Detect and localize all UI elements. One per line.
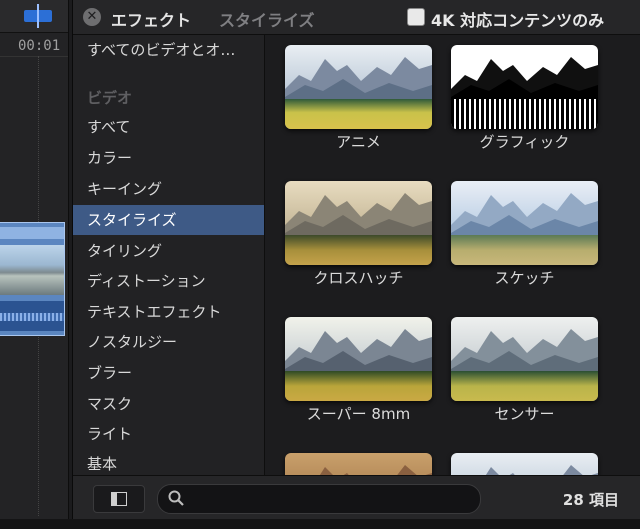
effect-thumbnail[interactable] — [451, 453, 598, 475]
sidebar-item-nostalgia[interactable]: ノスタルジー — [73, 327, 264, 357]
playhead-marker-icon[interactable] — [24, 4, 52, 28]
effect-label: スーパー 8mm — [306, 405, 411, 423]
effects-browser: ✕ エフェクト スタイライズ 4K 対応コンテンツのみ すべてのビデオとオ… ビ… — [72, 0, 640, 529]
effect-thumbnail[interactable] — [285, 45, 432, 129]
clip-filmstrip — [0, 245, 64, 295]
sidebar-toggle-button[interactable] — [93, 485, 145, 513]
clip-audio-waveform — [0, 301, 64, 331]
sidebar-item-all-video-audio[interactable]: すべてのビデオとオ… — [73, 35, 264, 65]
effect-label: センサー — [494, 405, 555, 423]
effect-thumbnail[interactable] — [285, 181, 432, 265]
timeline-toolbar — [0, 0, 68, 33]
browser-header: ✕ エフェクト スタイライズ 4K 対応コンテンツのみ — [73, 0, 640, 35]
sidebar-item-distortion[interactable]: ディストーション — [73, 266, 264, 296]
sidebar-item-keying[interactable]: キーイング — [73, 174, 264, 204]
effect-label: クロスハッチ — [313, 269, 404, 287]
effects-grid: アニメ グラフィッククロスハッチ スケッチスーパー 8mm センサー — [265, 35, 640, 475]
sidebar-item-text-effects[interactable]: テキストエフェクト — [73, 297, 264, 327]
sidebar-section-video: ビデオ — [87, 89, 133, 107]
category-sidebar: すべてのビデオとオ… ビデオ すべて カラー キーイング スタイライズ タイリン… — [73, 35, 265, 475]
sidebar-toggle-icon — [111, 492, 127, 506]
effect-label: スケッチ — [494, 269, 555, 287]
close-icon[interactable]: ✕ — [83, 8, 101, 26]
category-breadcrumb: スタイライズ — [219, 11, 315, 30]
sidebar-item-light[interactable]: ライト — [73, 419, 264, 449]
effect-thumbnail[interactable] — [285, 317, 432, 401]
timeline-ruler — [0, 56, 68, 57]
browser-footer: 28 項目 — [73, 475, 640, 520]
effect-label: グラフィック — [479, 133, 570, 151]
sidebar-item-all[interactable]: すべて — [73, 112, 264, 142]
item-count: 28 項目 — [562, 491, 619, 509]
effect-thumbnail[interactable] — [451, 45, 598, 129]
4k-only-checkbox[interactable] — [407, 8, 425, 26]
effect-thumbnail[interactable] — [451, 181, 598, 265]
search-icon — [168, 490, 184, 506]
sidebar-item-blur[interactable]: ブラー — [73, 358, 264, 388]
4k-only-label[interactable]: 4K 対応コンテンツのみ — [431, 7, 604, 31]
timeline-timecode: 00:01 — [18, 38, 61, 54]
sidebar-item-tiling[interactable]: タイリング — [73, 236, 264, 266]
browser-title: エフェクト — [111, 11, 192, 30]
sidebar-item-color[interactable]: カラー — [73, 143, 264, 173]
timeline-panel: 00:01 — [0, 0, 69, 529]
sidebar-item-mask[interactable]: マスク — [73, 389, 264, 419]
effect-label: アニメ — [336, 133, 381, 151]
timeline-clip[interactable] — [0, 222, 65, 336]
effect-thumbnail[interactable] — [285, 453, 432, 475]
clip-title-strip — [0, 227, 64, 239]
effect-thumbnail[interactable] — [451, 317, 598, 401]
search-field[interactable] — [157, 484, 481, 514]
window-bottom-edge — [0, 519, 640, 529]
sidebar-item-stylize[interactable]: スタイライズ — [73, 205, 264, 235]
sidebar-item-basic[interactable]: 基本 — [73, 449, 264, 475]
